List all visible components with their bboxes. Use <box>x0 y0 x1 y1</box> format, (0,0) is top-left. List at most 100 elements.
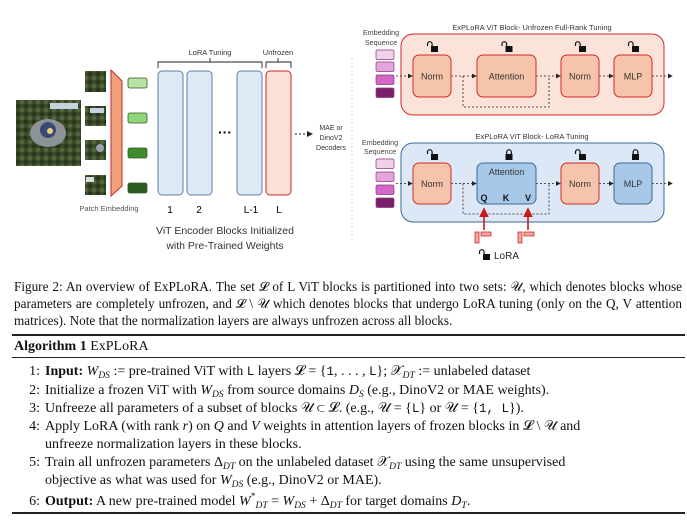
step-text: := unlabeled dataset <box>414 364 531 379</box>
bottom-embedding-label-1: Embedding <box>362 138 398 147</box>
decoder-label-3: Decoders <box>316 145 346 152</box>
step-text: } or 𝒰 = { <box>419 401 479 416</box>
unlocked-icon <box>478 249 490 260</box>
bottom-embedding-label-2: Sequence <box>364 147 396 156</box>
block-label-l: L <box>276 205 282 216</box>
lora-tuning-bracket <box>157 58 263 68</box>
algorithm-header-rule <box>12 357 685 358</box>
step-text: on the unlabeled dataset 𝒳 <box>235 455 390 470</box>
step-text: objective as what was used for <box>45 473 220 488</box>
embedding-token <box>375 74 395 85</box>
step-text: W <box>200 383 212 398</box>
step-text: weights in attention layers of frozen bl… <box>259 419 581 434</box>
step-text: DS <box>294 501 306 511</box>
step-text: (e.g., DinoV2 or MAE). <box>243 473 382 488</box>
algorithm-name: ExPLoRA <box>90 339 149 354</box>
step-text: DT <box>402 371 415 381</box>
top-module-label: Norm <box>421 72 443 82</box>
algorithm-step: 2: Initialize a frozen ViT with WDS from … <box>18 383 549 400</box>
step-text: Output: <box>45 494 94 509</box>
algorithm-title: Algorithm 1 ExPLoRA <box>14 339 149 355</box>
step-text: , . . . , <box>334 364 369 379</box>
lora-tuned-block <box>157 70 184 196</box>
step-text: DS <box>211 390 224 400</box>
step-text: = <box>267 494 283 509</box>
step-text: }; 𝒳 <box>376 364 403 379</box>
step-text: 1, L <box>478 402 509 416</box>
step-number: 5: <box>29 455 40 470</box>
step-text: DS <box>231 480 244 490</box>
decoder-label-1: MAE or <box>319 125 343 132</box>
step-number: 6: <box>29 494 40 509</box>
step-text: Input: <box>45 364 84 379</box>
step-number: 1: <box>29 364 40 379</box>
step-number: 3: <box>29 401 40 416</box>
encoder-title-line2: with Pre-Trained Weights <box>165 240 283 252</box>
step-text: ) on <box>188 419 214 434</box>
explora-overview-figure: Patch Embedding ··· LoRA Tuning Unfrozen… <box>16 23 673 262</box>
step-text: }). <box>508 401 524 416</box>
lora-tuned-block <box>236 70 263 196</box>
top-module-label: Norm <box>569 72 591 82</box>
block-label-1: 1 <box>167 205 173 216</box>
q-label: Q <box>480 193 487 203</box>
embedding-token <box>375 171 395 182</box>
step-text: W <box>239 494 251 509</box>
algorithm-label: Algorithm 1 <box>14 339 87 354</box>
top-module-label: MLP <box>624 72 643 82</box>
embedding-token <box>375 158 395 169</box>
step-text: A new pre-trained model <box>93 494 240 509</box>
top-embedding-label-1: Embedding <box>363 28 399 37</box>
algorithm-step: 6: Output: A new pre-trained model W*DT =… <box>18 492 470 511</box>
step-number: 2: <box>29 383 40 398</box>
step-text: and <box>223 419 252 434</box>
lora-legend-label: LoRA <box>494 251 519 262</box>
figure-caption: Figure 2: An overview of ExPLoRA. The se… <box>14 279 682 328</box>
step-text: . <box>466 494 471 509</box>
embedding-token <box>375 49 395 60</box>
unfrozen-label: Unfrozen <box>263 48 293 57</box>
ellipsis-dots: ··· <box>218 124 232 140</box>
step-text: Initialize a frozen ViT with <box>45 383 201 398</box>
algorithm-step: unfreeze normalization layers in these b… <box>45 437 302 453</box>
lora-tuned-block <box>186 70 213 196</box>
algorithm-top-rule <box>12 334 685 336</box>
bottom-module-label: Attention <box>489 167 525 177</box>
decoder-label-2: DinoV2 <box>320 135 343 142</box>
patch-token <box>127 182 148 194</box>
patch-token <box>127 147 148 159</box>
patch-tokens <box>127 77 148 194</box>
step-text: L <box>369 365 377 379</box>
step-text: Q <box>213 419 224 434</box>
step-text: D <box>348 383 359 398</box>
embedding-token <box>375 184 395 195</box>
step-text: DS <box>98 371 110 381</box>
unfrozen-bracket <box>265 58 292 68</box>
block-label-2: 2 <box>196 205 202 216</box>
unfrozen-block <box>265 70 292 196</box>
step-text: (e.g., DinoV2 or MAE weights). <box>363 383 550 398</box>
top-module-label: Attention <box>489 72 525 82</box>
lora-tuning-label: LoRA Tuning <box>189 48 232 57</box>
algorithm-step: 1: Input: WDS := pre-trained ViT with L l… <box>18 364 530 381</box>
bottom-module-label: Norm <box>421 179 443 189</box>
step-text: D <box>451 494 462 509</box>
input-satellite-image <box>16 100 81 166</box>
step-text: from source domains <box>223 383 349 398</box>
image-patches <box>85 71 106 195</box>
embedding-token <box>375 87 395 98</box>
step-text: := pre-trained ViT with <box>109 364 247 379</box>
step-text: layers 𝓛 = { <box>254 364 327 379</box>
step-text: W <box>282 494 295 509</box>
patch-token <box>127 112 148 124</box>
step-text: Apply LoRA (with rank <box>45 419 183 434</box>
algorithm-bottom-rule <box>12 512 685 514</box>
algorithm-step: objective as what was used for WDS (e.g.… <box>45 473 382 490</box>
bottom-module-label: Norm <box>569 179 591 189</box>
algorithm-step: 3: Unfreeze all parameters of a subset of… <box>18 401 524 417</box>
bottom-module-label: MLP <box>624 179 643 189</box>
encoder-title-line1: ViT Encoder Blocks Initialized <box>156 225 294 237</box>
v-label: V <box>525 193 531 203</box>
step-text: Train all unfrozen parameters Δ <box>45 455 223 470</box>
patch-embedding-label: Patch Embedding <box>79 204 138 213</box>
